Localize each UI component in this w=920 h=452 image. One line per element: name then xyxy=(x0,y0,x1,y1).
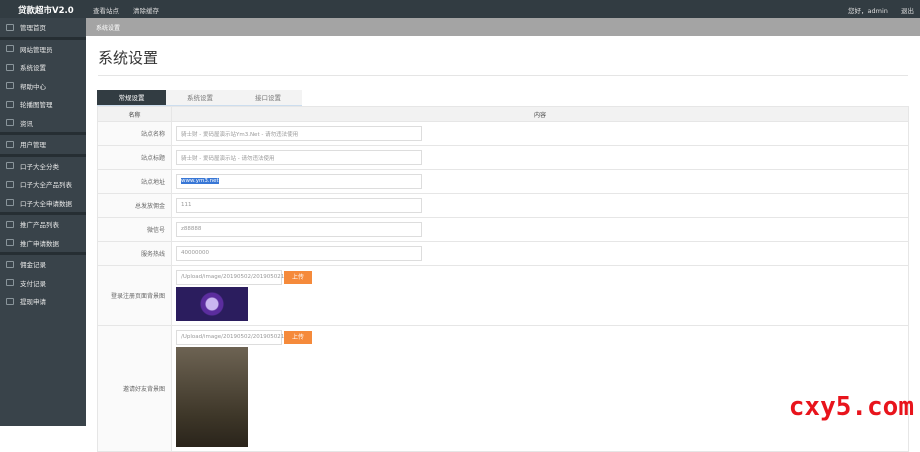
header-name: 名称 xyxy=(97,106,172,122)
record-icon xyxy=(6,260,14,268)
sidebar-item-label: 支付记录 xyxy=(20,279,46,288)
table-row: 登录注册页面背景图/Upload/image/20190502/20190502… xyxy=(97,265,909,326)
sidebar-item[interactable]: 帮助中心 xyxy=(0,77,86,96)
divider xyxy=(98,75,908,76)
top-bar: 贷款超市V2.0 查看站点 清除缓存 您好，admin 退出 xyxy=(0,0,920,18)
field-input[interactable]: www.ym3.net xyxy=(176,174,422,189)
sidebar-item[interactable]: 提现申请 xyxy=(0,292,86,311)
sidebar-item-label: 推广申请数据 xyxy=(20,239,59,248)
breadcrumb: 系统设置 xyxy=(86,18,920,36)
sidebar-item[interactable]: 支付记录 xyxy=(0,274,86,293)
grid-icon xyxy=(6,180,14,188)
settings-table: 名称 内容 站点名称 骑士财 - 爱码屋演示站Ym3.Net - 请勿违法使用 站点标… xyxy=(97,106,909,452)
field-label: 微信号 xyxy=(97,217,172,242)
sidebar-item-label: 口子大全分类 xyxy=(20,162,59,171)
table-row: 站点名称 骑士财 - 爱码屋演示站Ym3.Net - 请勿违法使用 xyxy=(97,121,909,146)
sidebar-item-label: 用户管理 xyxy=(20,141,46,150)
sidebar-item-label: 轮播图管理 xyxy=(20,101,53,110)
field-label: 服务热线 xyxy=(97,241,172,266)
square-icon xyxy=(6,220,14,228)
background-image-preview xyxy=(176,287,248,321)
watermark: cxy5.com xyxy=(788,392,914,422)
edit-icon xyxy=(6,239,14,247)
send-icon xyxy=(6,162,14,170)
user-icon xyxy=(6,45,14,53)
settings-tabs: 常规设置 系统设置 接口设置 xyxy=(97,90,302,106)
tab-api[interactable]: 接口设置 xyxy=(234,90,302,105)
table-row: 微信号 z88888 xyxy=(97,217,909,242)
user-greeting: 您好，admin xyxy=(848,7,888,15)
home-icon xyxy=(6,23,14,31)
sidebar-item[interactable]: 推广产品列表 xyxy=(0,215,86,234)
field-label: 站点名称 xyxy=(97,121,172,146)
sidebar-item[interactable]: 用户管理 xyxy=(0,135,86,154)
sidebar-item-label: 提现申请 xyxy=(20,298,46,307)
refresh-icon xyxy=(6,199,14,207)
upload-button[interactable]: 上传 xyxy=(284,271,313,284)
sidebar-item[interactable]: 推广申请数据 xyxy=(0,234,86,253)
sidebar-item-label: 系统设置 xyxy=(20,64,46,73)
sidebar-item[interactable]: 轮播图管理 xyxy=(0,95,86,114)
field-input[interactable]: z88888 xyxy=(176,222,422,237)
link-icon xyxy=(6,297,14,305)
field-input[interactable]: 骑士财 - 爱码屋演示站Ym3.Net - 请勿违法使用 xyxy=(176,126,422,141)
sidebar: 管理首页网站管理员系统设置帮助中心轮播图管理资讯用户管理口子大全分类口子大全产品… xyxy=(0,18,86,426)
upload-button[interactable]: 上传 xyxy=(284,331,313,344)
sidebar-item[interactable]: 佣金记录 xyxy=(0,255,86,274)
help-icon xyxy=(6,82,14,90)
sidebar-item-label: 佣金记录 xyxy=(20,261,46,270)
sidebar-item-label: 口子大全申请数据 xyxy=(20,199,72,208)
pay-icon xyxy=(6,279,14,287)
news-icon xyxy=(6,119,14,127)
header-content: 内容 xyxy=(171,106,909,122)
sidebar-item[interactable]: 资讯 xyxy=(0,114,86,133)
tab-system[interactable]: 系统设置 xyxy=(166,90,234,105)
field-label: 站点地址 xyxy=(97,169,172,194)
image-path-input[interactable]: /Upload/image/20190502/2019050215- xyxy=(176,270,290,285)
sidebar-item-label: 帮助中心 xyxy=(20,82,46,91)
sidebar-item-label: 口子大全产品列表 xyxy=(20,181,72,190)
logo: 贷款超市V2.0 xyxy=(18,6,74,16)
sidebar-item[interactable]: 网站管理员 xyxy=(0,40,86,59)
sidebar-item-label: 资讯 xyxy=(20,119,33,128)
field-label: 登录注册页面背景图 xyxy=(97,265,172,326)
view-site-link[interactable]: 查看站点 xyxy=(93,5,119,15)
sidebar-item[interactable]: 口子大全产品列表 xyxy=(0,175,86,194)
field-label: 邀请好友背景图 xyxy=(97,325,172,452)
sidebar-item-label: 网站管理员 xyxy=(20,45,53,54)
logout-link[interactable]: 退出 xyxy=(901,5,914,15)
users-icon xyxy=(6,140,14,148)
image-path-input[interactable]: /Upload/image/20190502/2019050215- xyxy=(176,330,290,345)
table-row: 邀请好友背景图/Upload/image/20190502/2019050215… xyxy=(97,325,909,452)
sidebar-item[interactable]: 管理首页 xyxy=(0,18,86,37)
clear-cache-link[interactable]: 清除缓存 xyxy=(133,5,159,15)
tab-general[interactable]: 常规设置 xyxy=(97,90,166,105)
sidebar-item-label: 推广产品列表 xyxy=(20,221,59,230)
table-row: 总发放佣金 111 xyxy=(97,193,909,218)
page-title: 系统设置 xyxy=(98,49,159,67)
table-row: 站点地址 www.ym3.net xyxy=(97,169,909,194)
sidebar-item-label: 管理首页 xyxy=(20,24,46,33)
field-label: 总发放佣金 xyxy=(97,193,172,218)
table-row: 站点标题 骑士财 - 爱码屋演示站 - 请勿违法使用 xyxy=(97,145,909,170)
field-input[interactable]: 111 xyxy=(176,198,422,213)
sidebar-item[interactable]: 口子大全申请数据 xyxy=(0,194,86,213)
background-image-preview xyxy=(176,347,248,447)
file-icon xyxy=(6,100,14,108)
field-label: 站点标题 xyxy=(97,145,172,170)
field-input[interactable]: 40000000 xyxy=(176,246,422,261)
gear-icon xyxy=(6,63,14,71)
sidebar-item[interactable]: 口子大全分类 xyxy=(0,157,86,176)
field-input[interactable]: 骑士财 - 爱码屋演示站 - 请勿违法使用 xyxy=(176,150,422,165)
table-row: 服务热线 40000000 xyxy=(97,241,909,266)
sidebar-item[interactable]: 系统设置 xyxy=(0,58,86,77)
